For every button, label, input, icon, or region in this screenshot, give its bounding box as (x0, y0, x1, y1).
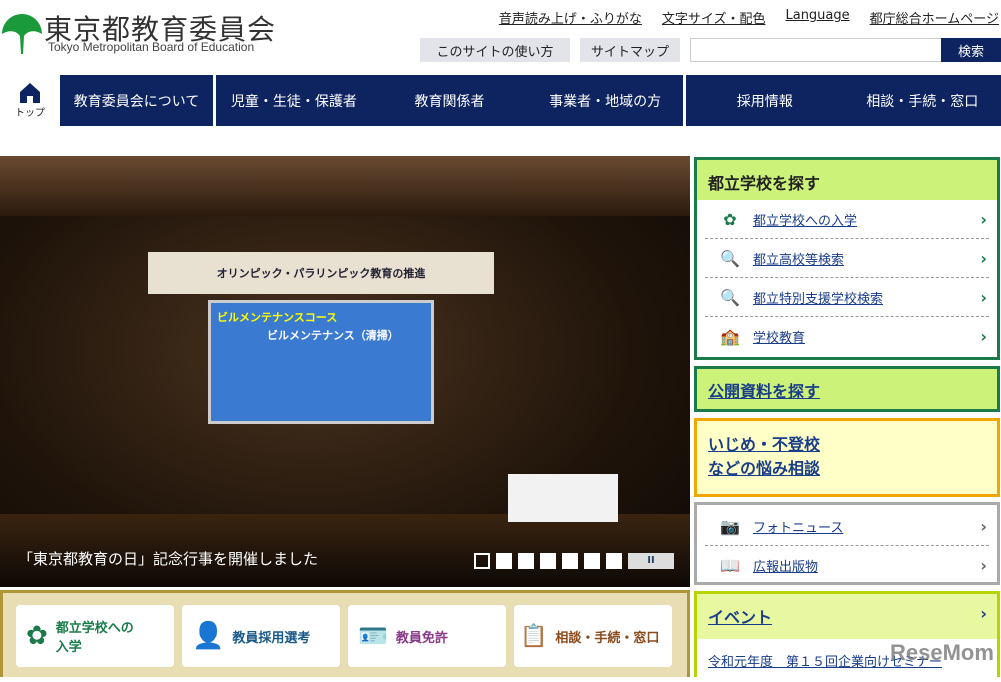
media-panel: 📷 フォトニュース › 📖 広報出版物 › (694, 502, 1000, 585)
search-button[interactable]: 検索 (941, 38, 1001, 62)
link-label: フォトニュース (753, 517, 843, 536)
table (508, 474, 618, 522)
logo-subtitle: Tokyo Metropolitan Board of Education (48, 40, 254, 54)
quick-license[interactable]: 🪪 教員免許 (348, 605, 506, 667)
nav-students[interactable]: 児童・生徒・保護者 (216, 75, 372, 126)
slide-dot[interactable] (606, 553, 622, 569)
public-docs-panel[interactable]: 公開資料を探す (694, 366, 1000, 412)
clipboard-icon: 📋 (520, 624, 547, 649)
link-label: 都立学校への入学 (753, 210, 857, 229)
quick-label: 教員免許 (396, 627, 448, 646)
link-text-size[interactable]: 文字サイズ・配色 (662, 8, 766, 27)
link-label: 学校教育 (753, 327, 805, 346)
utility-links: 音声読み上げ・ふりがな 文字サイズ・配色 Language 都庁総合ホームページ (499, 8, 999, 27)
public-docs-link[interactable]: 公開資料を探す (697, 369, 997, 411)
bullying-link[interactable]: いじめ・不登校などの悩み相談 (697, 421, 837, 493)
nav-business[interactable]: 事業者・地域の方 (527, 75, 683, 126)
search-icon: 🔍 (715, 288, 745, 307)
sakura-icon: ✿ (715, 210, 745, 229)
slide-dot[interactable] (584, 553, 600, 569)
screen-title: ビルメンテナンスコース (217, 309, 425, 325)
nav-home-label: トップ (15, 104, 45, 119)
person-icon: 👤 (192, 621, 224, 651)
panel-title: 都立学校を探す (697, 160, 997, 200)
link-publications[interactable]: 📖 広報出版物 › (705, 546, 989, 585)
bullying-panel[interactable]: いじめ・不登校などの悩み相談 (694, 418, 1000, 497)
slide-dot[interactable] (474, 553, 490, 569)
sakura-icon: ✿ (26, 621, 48, 651)
link-language[interactable]: Language (785, 8, 849, 27)
chevron-right-icon: › (980, 604, 987, 623)
slide-dot[interactable] (540, 553, 556, 569)
screen-subtitle: ビルメンテナンス（清掃） (267, 327, 425, 343)
school-search-panel: 都立学校を探す ✿ 都立学校への入学 › 🔍 都立高校等検索 › 🔍 都立特別支援学校検索… (694, 157, 1000, 360)
event-header[interactable]: イベント › (697, 594, 997, 639)
search-input[interactable] (690, 38, 942, 62)
ginkgo-logo-icon (2, 10, 42, 56)
chevron-right-icon: › (980, 210, 987, 229)
how-to-use-button[interactable]: このサイトの使い方 (420, 38, 570, 62)
link-label: 都立高校等検索 (753, 249, 844, 268)
chevron-right-icon: › (980, 249, 987, 268)
event-title[interactable]: イベント (708, 608, 772, 627)
link-tocho[interactable]: 都庁総合ホームページ (870, 8, 999, 27)
slide-dot[interactable] (518, 553, 534, 569)
hero-slideshow[interactable]: オリンピック・パラリンピック教育の推進 ビルメンテナンスコースビルメンテナンス（… (0, 156, 690, 587)
chevron-right-icon: › (980, 556, 987, 575)
nav-consult[interactable]: 相談・手続・窓口 (844, 75, 1001, 126)
slide-dot[interactable] (496, 553, 512, 569)
link-school-education[interactable]: 🏫 学校教育 › (705, 317, 989, 356)
nav-home[interactable]: トップ (0, 75, 60, 126)
link-high-school-search[interactable]: 🔍 都立高校等検索 › (705, 239, 989, 278)
ceiling (0, 156, 690, 216)
license-card-icon: 🪪 (358, 622, 388, 650)
chevron-right-icon: › (980, 327, 987, 346)
link-photo-news[interactable]: 📷 フォトニュース › (705, 507, 989, 546)
quick-consult[interactable]: 📋 相談・手続・窓口 (514, 605, 672, 667)
book-icon: 📖 (715, 556, 745, 575)
link-speech[interactable]: 音声読み上げ・ふりがな (499, 8, 642, 27)
projection-screen: ビルメンテナンスコースビルメンテナンス（清掃） (208, 300, 434, 424)
nav-educators[interactable]: 教育関係者 (372, 75, 528, 126)
link-admission[interactable]: ✿ 都立学校への入学 › (705, 200, 989, 239)
home-icon (19, 82, 41, 104)
camera-icon: 📷 (715, 517, 745, 536)
watermark: ReseMom (890, 640, 994, 666)
chevron-right-icon: › (980, 288, 987, 307)
quick-label: 都立学校への入学 (56, 617, 146, 655)
slide-indicators (474, 553, 622, 569)
sitemap-button[interactable]: サイトマップ (580, 38, 680, 62)
search-icon: 🔍 (715, 249, 745, 268)
link-label: 広報出版物 (753, 556, 818, 575)
chevron-right-icon: › (980, 517, 987, 536)
quick-label: 相談・手続・窓口 (555, 627, 659, 646)
quick-label: 教員採用選考 (232, 627, 310, 646)
slide-caption[interactable]: 「東京都教育の日」記念行事を開催しました (18, 548, 318, 569)
quick-recruit[interactable]: 👤 教員採用選考 (182, 605, 340, 667)
stage-banner: オリンピック・パラリンピック教育の推進 (148, 252, 494, 294)
link-special-school-search[interactable]: 🔍 都立特別支援学校検索 › (705, 278, 989, 317)
quick-admission[interactable]: ✿ 都立学校への入学 (16, 605, 174, 667)
nav-recruit[interactable]: 採用情報 (686, 75, 844, 126)
pause-button[interactable]: II (628, 553, 674, 569)
link-label: 都立特別支援学校検索 (753, 288, 883, 307)
nav-about[interactable]: 教育委員会について (60, 75, 213, 126)
school-icon: 🏫 (715, 327, 745, 346)
quick-links: ✿ 都立学校への入学 👤 教員採用選考 🪪 教員免許 📋 相談・手続・窓口 (0, 590, 690, 677)
slide-dot[interactable] (562, 553, 578, 569)
